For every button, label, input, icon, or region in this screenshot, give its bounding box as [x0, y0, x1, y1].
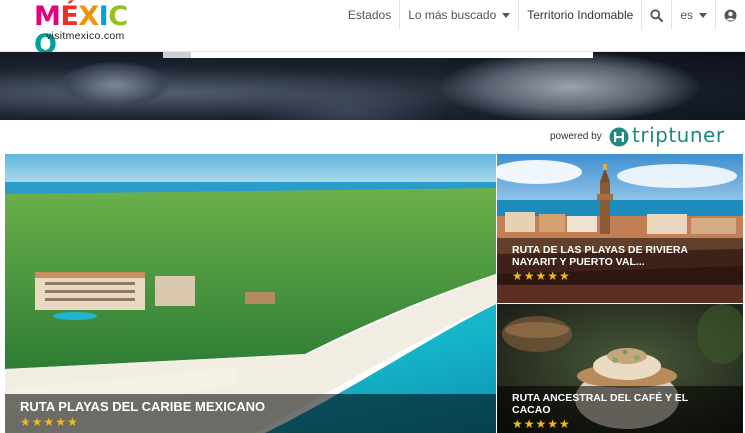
nav-item-territorio-indomable[interactable]: Territorio Indomable [518, 0, 641, 30]
logo-letter: X [78, 1, 99, 32]
logo-letter: I [98, 1, 109, 32]
hero-image-detail [60, 62, 170, 108]
card-title: RUTA DE LAS PLAYAS DE RIVIERA NAYARIT Y … [512, 244, 688, 268]
triptuner-logo-text[interactable]: triptuner [632, 123, 725, 147]
hero-search-button[interactable] [163, 52, 191, 58]
nav-item-label: Territorio Indomable [527, 8, 634, 22]
route-card-caribe[interactable]: RUTA PLAYAS DEL CARIBE MEXICANO ★★★★★ [5, 154, 496, 433]
hero-banner [0, 52, 745, 120]
route-card-cafe-cacao[interactable]: RUTA ANCESTRAL DEL CAFÉ Y EL CACAO ★★★★★ [497, 304, 743, 433]
star-rating: ★★★★★ [512, 269, 571, 283]
hero-image-detail [250, 82, 450, 120]
route-image-caribe [5, 154, 496, 433]
logo-letter: É [60, 1, 79, 32]
card-title: RUTA ANCESTRAL DEL CAFÉ Y EL CACAO [512, 392, 688, 416]
hero-search-input[interactable] [163, 52, 593, 58]
chevron-down-icon [502, 12, 511, 18]
logo-letter: C [108, 1, 128, 32]
user-circle-icon [724, 9, 737, 21]
route-card-riviera-nayarit[interactable]: RUTA DE LAS PLAYAS DE RIVIERA NAYARIT Y … [497, 154, 743, 303]
user-account-button[interactable] [715, 0, 745, 30]
mexico-logo[interactable]: MÉXICO visitmexico.com [34, 1, 146, 59]
search-icon [650, 8, 664, 22]
nav-item-estados[interactable]: Estados [340, 0, 399, 30]
powered-by-strip: powered by triptuner [0, 120, 745, 154]
card-caption: RUTA DE LAS PLAYAS DE RIVIERA NAYARIT Y … [497, 238, 743, 285]
logo-site-url: visitmexico.com [46, 30, 125, 42]
hero-image-detail [440, 52, 700, 120]
language-selector[interactable]: es [671, 0, 715, 30]
top-nav: Estados Lo más buscado Territorio Indoma… [340, 0, 745, 30]
site-header: MÉXICO visitmexico.com Estados Lo más bu… [0, 0, 745, 59]
triptuner-logo-icon [609, 127, 629, 147]
star-rating: ★★★★★ [20, 415, 79, 429]
nav-item-label: Estados [347, 8, 392, 22]
chevron-down-icon [699, 12, 707, 18]
card-caption: RUTA PLAYAS DEL CARIBE MEXICANO ★★★★★ [5, 394, 496, 433]
nav-item-label: Lo más buscado [408, 8, 497, 22]
search-button[interactable] [641, 0, 671, 30]
logo-letter: M [34, 1, 61, 32]
nav-item-lo-mas-buscado[interactable]: Lo más buscado [399, 0, 518, 30]
powered-by-label: powered by [550, 131, 602, 142]
star-rating: ★★★★★ [512, 417, 571, 431]
language-label: es [680, 8, 693, 22]
card-title: RUTA PLAYAS DEL CARIBE MEXICANO [20, 399, 266, 414]
card-caption: RUTA ANCESTRAL DEL CAFÉ Y EL CACAO ★★★★★ [497, 386, 743, 433]
